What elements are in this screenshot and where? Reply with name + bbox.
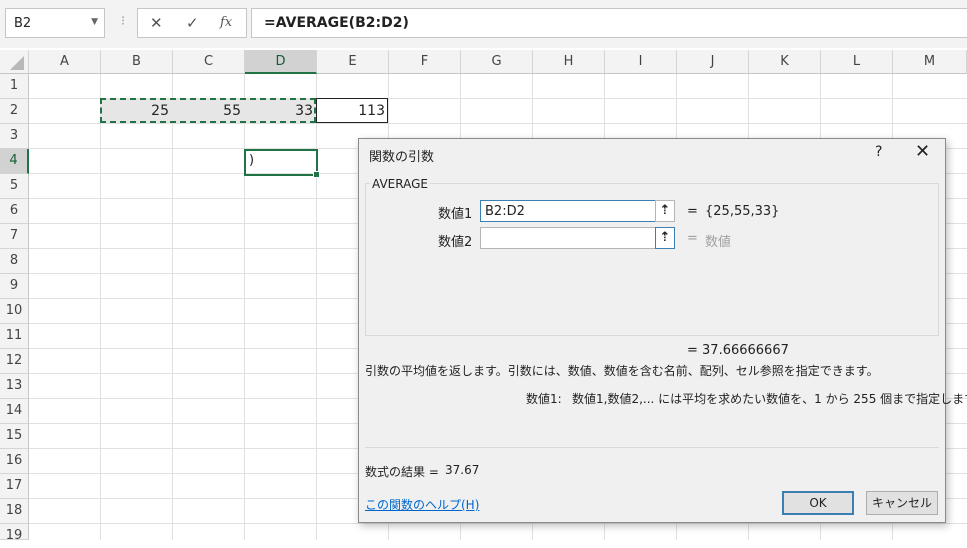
- row-header-19[interactable]: 19: [0, 524, 29, 543]
- row-header-10[interactable]: 10: [0, 299, 29, 324]
- arg2-ref-collapse-icon[interactable]: ⇡: [655, 227, 675, 249]
- col-header-M[interactable]: M: [893, 50, 967, 74]
- grid-line: [29, 523, 967, 524]
- row-header-4[interactable]: 4: [0, 149, 29, 174]
- row-header-17[interactable]: 17: [0, 474, 29, 499]
- col-header-K[interactable]: K: [749, 50, 821, 74]
- col-header-C[interactable]: C: [173, 50, 245, 74]
- arg1-ref-collapse-icon[interactable]: ⇡: [655, 200, 675, 222]
- row-header-1[interactable]: 1: [0, 74, 29, 99]
- formula-bar: B2 ▼ ⁝ ✕ ✓ fx =AVERAGE(B2:D2): [0, 0, 967, 48]
- row-header-12[interactable]: 12: [0, 349, 29, 374]
- function-name: AVERAGE: [370, 177, 430, 191]
- col-header-E[interactable]: E: [317, 50, 389, 74]
- arg1-input[interactable]: B2:D2: [480, 200, 656, 222]
- function-help-link[interactable]: この関数のヘルプ(H): [365, 496, 479, 513]
- close-icon[interactable]: ✕: [915, 141, 930, 162]
- name-box[interactable]: B2 ▼: [5, 8, 105, 38]
- function-arguments-dialog: 関数の引数 ? ✕ AVERAGE 数値1 B2:D2 ⇡ = {25,55,3…: [358, 138, 967, 523]
- arg2-input[interactable]: [480, 227, 656, 249]
- active-cell-D4[interactable]: ): [244, 149, 320, 178]
- formula-result-value: 37.67: [445, 463, 480, 477]
- row-header-3[interactable]: 3: [0, 124, 29, 149]
- divider: [365, 447, 939, 448]
- arg-help-label: 数値1:: [526, 392, 562, 406]
- insert-function-icon[interactable]: fx: [220, 15, 232, 30]
- select-all-triangle-icon: [10, 56, 24, 70]
- row-header-8[interactable]: 8: [0, 249, 29, 274]
- row-header-7[interactable]: 7: [0, 224, 29, 249]
- row-header-13[interactable]: 13: [0, 374, 29, 399]
- grid-line: [244, 74, 245, 540]
- col-header-H[interactable]: H: [533, 50, 605, 74]
- row-header-15[interactable]: 15: [0, 424, 29, 449]
- col-header-L[interactable]: L: [821, 50, 893, 74]
- formula-input[interactable]: =AVERAGE(B2:D2): [251, 8, 967, 38]
- cancel-icon[interactable]: ✕: [150, 14, 163, 32]
- formula-buttons: ✕ ✓ fx: [137, 8, 247, 38]
- grid-line: [100, 74, 101, 540]
- ok-button[interactable]: OK: [782, 491, 854, 515]
- fill-handle[interactable]: [313, 171, 320, 178]
- arg1-equals: =: [687, 204, 698, 219]
- row-header-2[interactable]: 2: [0, 99, 29, 124]
- range-marquee: [100, 98, 316, 123]
- formula-result-label: 数式の結果 =: [365, 465, 439, 479]
- grid-line: [29, 123, 967, 124]
- arg2-equals: =: [687, 231, 698, 246]
- row-header-18[interactable]: 18: [0, 499, 29, 524]
- dialog-title: 関数の引数: [369, 150, 435, 165]
- row-header-16[interactable]: 16: [0, 449, 29, 474]
- function-description: 引数の平均値を返します。引数には、数値、数値を含む名前、配列、セル参照を指定でき…: [365, 364, 879, 378]
- arg-help-text: 数値1,数値2,... には平均を求めたい数値を、1 から 255 個まで指定し…: [572, 392, 967, 406]
- col-header-A[interactable]: A: [29, 50, 101, 74]
- function-result-line: = 37.66666667: [687, 343, 789, 358]
- grid-line: [316, 74, 317, 540]
- col-header-J[interactable]: J: [677, 50, 749, 74]
- formula-text: =AVERAGE(B2:D2): [264, 15, 409, 31]
- chevron-down-icon[interactable]: ▼: [91, 17, 98, 27]
- more-options-icon[interactable]: ⁝: [121, 14, 125, 29]
- col-header-G[interactable]: G: [461, 50, 533, 74]
- arg1-result: {25,55,33}: [705, 204, 780, 219]
- row-header-6[interactable]: 6: [0, 199, 29, 224]
- arg2-label: 数値2: [438, 235, 473, 250]
- name-box-value: B2: [14, 16, 32, 31]
- col-header-I[interactable]: I: [605, 50, 677, 74]
- col-header-F[interactable]: F: [389, 50, 461, 74]
- help-icon[interactable]: ?: [875, 144, 882, 160]
- arg2-result: 数値: [705, 235, 732, 250]
- row-header-9[interactable]: 9: [0, 274, 29, 299]
- arg1-value: B2:D2: [485, 204, 525, 219]
- row-header-14[interactable]: 14: [0, 399, 29, 424]
- cancel-button[interactable]: キャンセル: [866, 491, 938, 515]
- select-all-corner[interactable]: [0, 50, 29, 74]
- col-header-D[interactable]: D: [245, 50, 317, 74]
- row-header-5[interactable]: 5: [0, 174, 29, 199]
- cell-D4-text: ): [249, 153, 255, 168]
- row-header-11[interactable]: 11: [0, 324, 29, 349]
- arg1-label: 数値1: [438, 207, 473, 222]
- cell-E2[interactable]: 113: [317, 99, 385, 123]
- enter-check-icon[interactable]: ✓: [186, 14, 199, 32]
- col-header-B[interactable]: B: [101, 50, 173, 74]
- grid-line: [172, 74, 173, 540]
